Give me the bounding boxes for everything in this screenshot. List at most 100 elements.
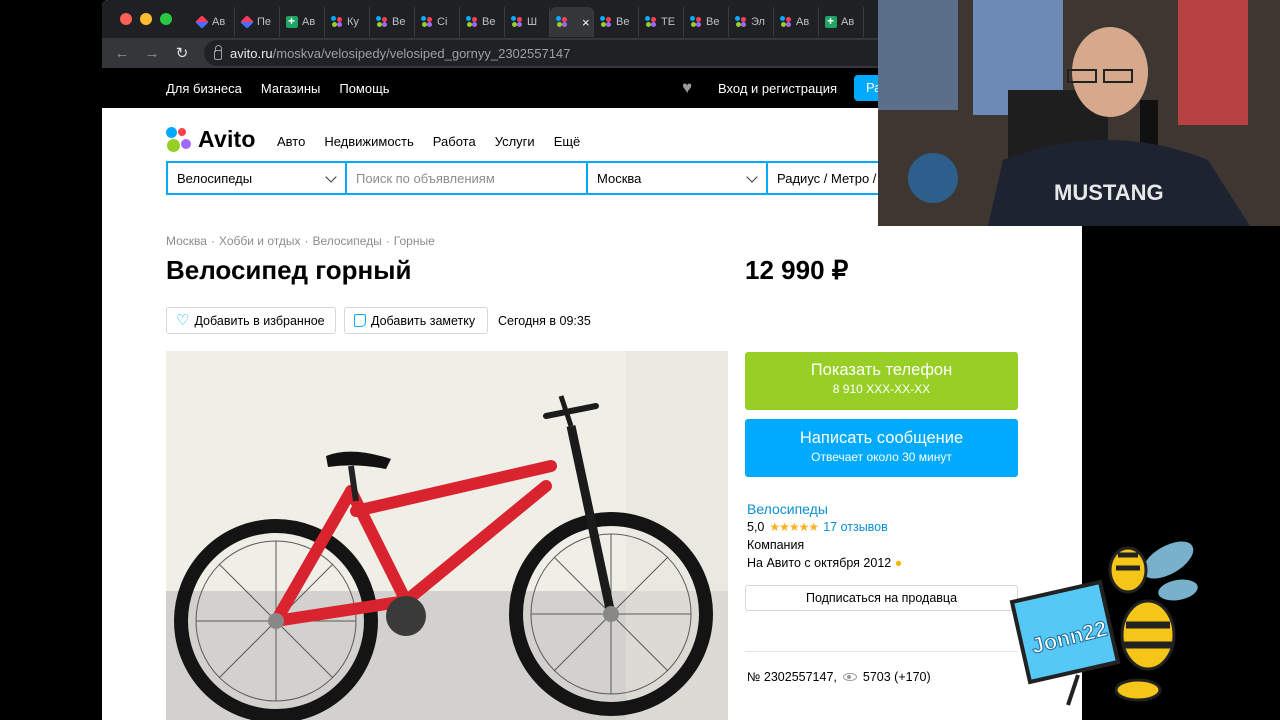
add-to-favorites-label: Добавить в избранное	[194, 313, 325, 328]
avito-icon	[466, 16, 478, 28]
city-select-value: Москва	[597, 170, 642, 186]
reload-icon[interactable]: ↻	[174, 44, 190, 62]
browser-tab[interactable]: Ве	[594, 7, 639, 37]
browser-tab[interactable]: Ве	[460, 7, 505, 37]
lock-icon	[214, 45, 222, 60]
heart-icon: ♡	[176, 311, 190, 329]
breadcrumb-item[interactable]: Москва	[166, 234, 207, 248]
tab-label: Ве	[482, 16, 496, 28]
search-input[interactable]: Поиск по объявлениям	[347, 163, 588, 193]
item-title: Велосипед горный	[166, 255, 412, 285]
browser-tab[interactable]: Ку	[325, 7, 370, 37]
show-phone-label: Показать телефон	[810, 361, 953, 379]
tab-label: Ав	[841, 16, 855, 28]
browser-tab[interactable]: Эл	[729, 7, 774, 37]
write-message-button[interactable]: Написать сообщение Отвечает около 30 мин…	[745, 419, 1018, 477]
note-icon	[354, 314, 366, 327]
browser-tab[interactable]: Ав	[819, 7, 864, 37]
divider	[745, 651, 1018, 652]
reviews-link[interactable]: 17 отзывов	[823, 520, 888, 534]
nav-item-auto[interactable]: Авто	[277, 134, 305, 149]
screen: Ав Пе Ав Ку Ве Сі Ве Ш × Ве ТЕ Ве Эл Ав Ав ← → ↻ avito…	[0, 0, 1280, 720]
browser-tab[interactable]: Ав	[190, 7, 235, 37]
tab-label: Сі	[437, 16, 448, 28]
add-note-label: Добавить заметку	[371, 313, 476, 328]
minimize-window-button[interactable]	[140, 13, 152, 25]
seller-rating-row: 5,0 ★★★★★ 17 отзывов	[747, 518, 902, 536]
avito-logo-text: Avito	[198, 126, 256, 152]
avito-icon	[331, 16, 343, 28]
response-time: Отвечает около 30 минут	[811, 450, 952, 464]
breadcrumb-item[interactable]: Хобби и отдых	[219, 234, 301, 248]
browser-tab[interactable]: Пе	[235, 7, 280, 37]
topbar-link-help[interactable]: Помощь	[339, 81, 389, 96]
nav-item-realty[interactable]: Недвижимость	[324, 134, 413, 149]
tab-label: Эл	[751, 16, 765, 28]
browser-tab[interactable]: Ве	[684, 7, 729, 37]
avito-logo[interactable]: Avito	[166, 126, 256, 153]
show-phone-button[interactable]: Показать телефон 8 910 XXX-XX-XX	[745, 352, 1018, 410]
favorites-heart-icon[interactable]: ♥	[682, 79, 700, 96]
write-message-label: Написать сообщение	[799, 429, 964, 447]
bicycle-image	[166, 351, 728, 720]
city-select[interactable]: Москва	[588, 163, 768, 193]
subscribe-seller-button[interactable]: Подписаться на продавца	[745, 585, 1018, 611]
ad-number: № 2302557147,	[747, 670, 837, 684]
browser-tab[interactable]: Ве	[370, 7, 415, 37]
close-window-button[interactable]	[120, 13, 132, 25]
tab-label: Ав	[212, 16, 226, 28]
webcam-image: MUSTANG	[878, 0, 1280, 226]
avito-logo-icon	[166, 126, 192, 153]
svg-text:MUSTANG: MUSTANG	[1054, 180, 1164, 205]
seller-type: Компания	[747, 538, 805, 552]
avito-icon	[376, 16, 388, 28]
radius-select-value: Радиус / Метро / Р	[777, 170, 889, 186]
browser-tab[interactable]: Ш	[505, 7, 550, 37]
browser-tab[interactable]: Ав	[280, 7, 325, 37]
item-price: 12 990 ₽	[745, 255, 849, 285]
avito-icon	[556, 16, 568, 28]
view-count: 5703 (+170)	[862, 670, 931, 684]
breadcrumb-item[interactable]: Горные	[394, 234, 435, 248]
seller-since-row: На Авито с октября 2012 ●	[747, 554, 902, 572]
add-note-button[interactable]: Добавить заметку	[344, 307, 488, 334]
browser-tab[interactable]: Сі	[415, 7, 460, 37]
chevron-down-icon	[746, 171, 758, 183]
chevron-down-icon	[325, 171, 337, 183]
tab-label: Ве	[392, 16, 406, 28]
category-select[interactable]: Велосипеды	[168, 163, 347, 193]
seller-info: Велосипеды 5,0 ★★★★★ 17 отзывов Компания Н…	[747, 500, 902, 572]
browser-tab[interactable]: ТЕ	[639, 7, 684, 37]
close-icon[interactable]: ×	[582, 15, 590, 30]
browser-tab[interactable]: Ав	[774, 7, 819, 37]
add-to-favorites-button[interactable]: ♡ Добавить в избранное	[166, 307, 336, 334]
item-photo[interactable]	[166, 351, 728, 720]
nav-item-more[interactable]: Ещё	[554, 134, 581, 149]
back-icon[interactable]: ←	[114, 45, 130, 62]
login-link[interactable]: Вход и регистрация	[718, 81, 837, 96]
medal-icon: ●	[894, 556, 903, 570]
topbar-link-shops[interactable]: Магазины	[261, 81, 321, 96]
nav-item-jobs[interactable]: Работа	[433, 134, 476, 149]
forward-icon[interactable]: →	[144, 45, 160, 62]
tab-label: Ав	[796, 16, 810, 28]
sheets-icon	[286, 14, 298, 28]
tabs: Ав Пе Ав Ку Ве Сі Ве Ш × Ве ТЕ Ве Эл Ав Ав	[190, 0, 864, 38]
topbar-link-business[interactable]: Для бизнеса	[166, 81, 242, 96]
tab-label: ТЕ	[661, 16, 676, 28]
breadcrumb-item[interactable]: Велосипеды	[312, 234, 381, 248]
avito-icon	[421, 16, 433, 28]
url-host: avito.ru	[230, 45, 273, 61]
tab-label: Ве	[706, 16, 720, 28]
maximize-window-button[interactable]	[160, 13, 172, 25]
bee-mascot-image: Jonn22	[1009, 541, 1198, 706]
phone-masked: 8 910 XXX-XX-XX	[832, 382, 931, 396]
nav-item-services[interactable]: Услуги	[495, 134, 535, 149]
seller-rating: 5,0	[747, 520, 765, 534]
seller-name[interactable]: Велосипеды	[747, 500, 902, 518]
window-controls	[102, 13, 190, 25]
tab-label: Пе	[257, 16, 272, 28]
browser-tab[interactable]: ×	[550, 7, 594, 37]
breadcrumb: Москва · Хобби и отдых · Велосипеды · Горные	[166, 234, 435, 248]
avito-icon	[511, 16, 523, 28]
